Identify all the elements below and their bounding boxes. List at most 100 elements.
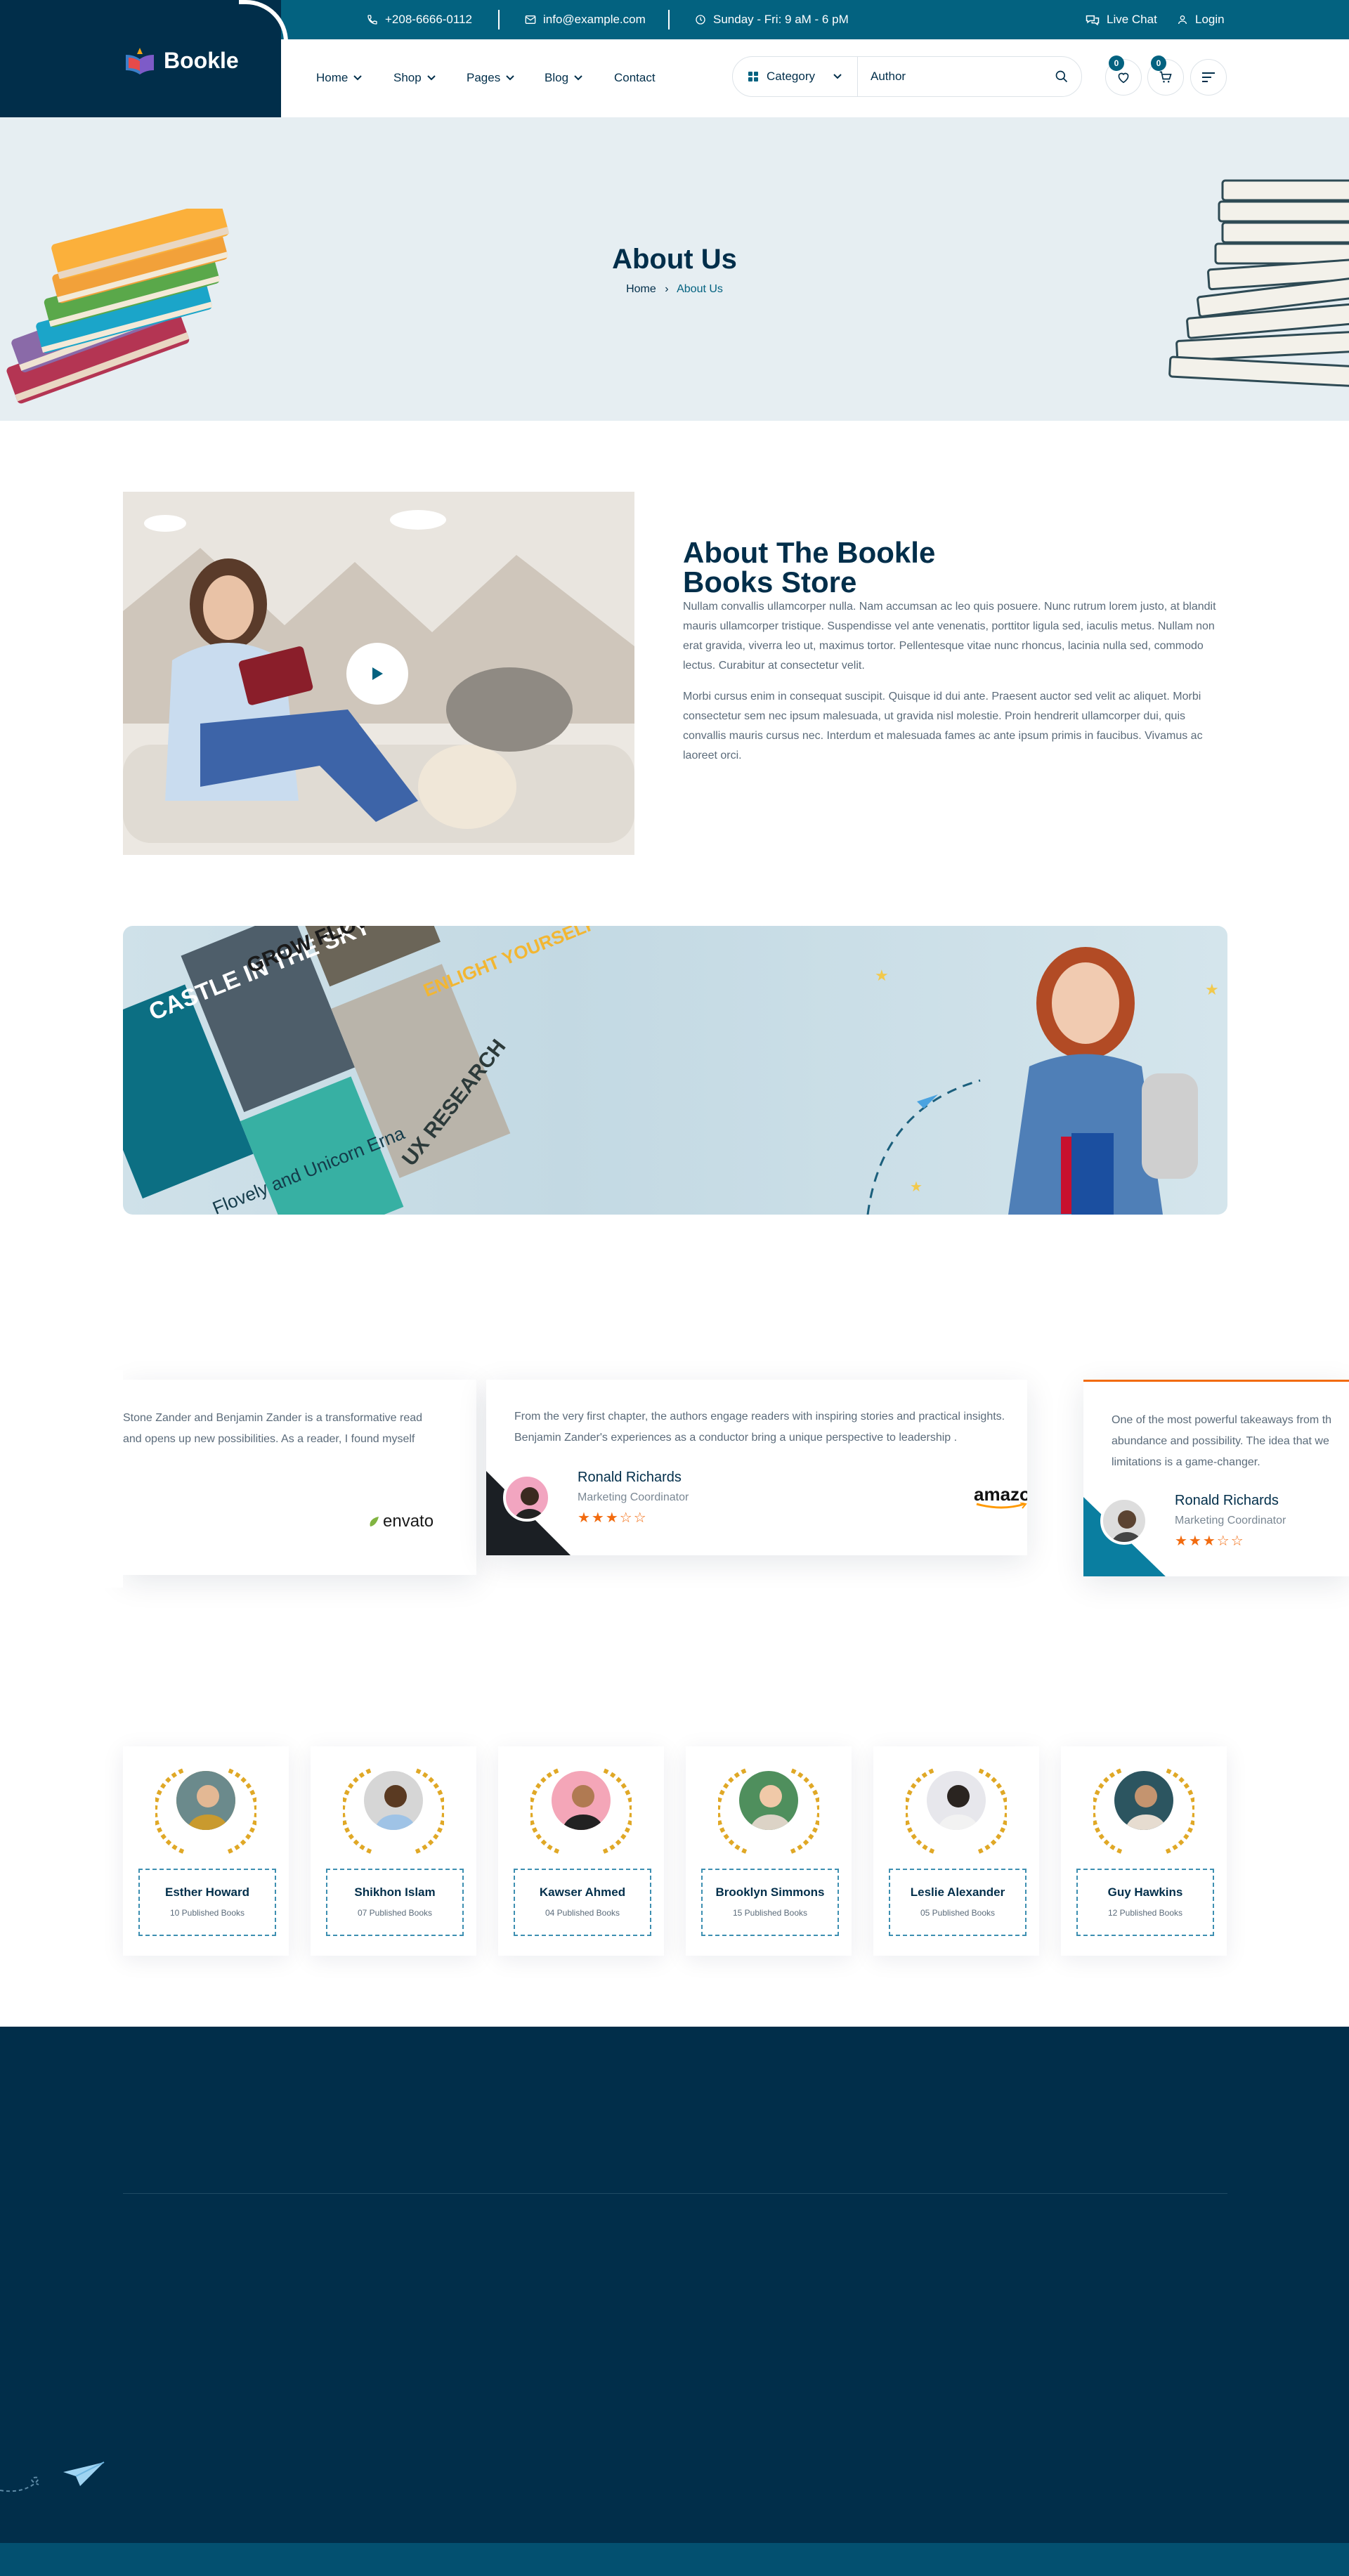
about-heading: About The Bookle Books Store xyxy=(683,538,1034,597)
author-name: Kawser Ahmed xyxy=(539,1885,626,1899)
author-info: Esther Howard 10 Published Books xyxy=(138,1869,276,1936)
author-photo xyxy=(1112,1769,1175,1832)
play-video-button[interactable] xyxy=(346,643,408,705)
wishlist-button[interactable]: 0 xyxy=(1105,55,1142,96)
nav-home[interactable]: Home xyxy=(316,71,363,85)
breadcrumb: Home › About Us xyxy=(0,283,1349,296)
site-footer xyxy=(0,2027,1349,2543)
menu-icon xyxy=(1202,72,1215,82)
phone-contact[interactable]: +208-6666-0112 xyxy=(367,13,472,27)
search-input[interactable] xyxy=(871,65,1039,88)
author-name: Brooklyn Simmons xyxy=(715,1885,825,1899)
phone-text: +208-6666-0112 xyxy=(385,13,472,26)
testimonial-quote: From the very first chapter, the authors… xyxy=(514,1411,1005,1444)
author-book-count: 10 Published Books xyxy=(169,1908,245,1918)
user-icon xyxy=(1178,15,1187,25)
brand-name: Bookle xyxy=(164,47,239,73)
divider xyxy=(498,10,500,30)
brand-logo[interactable]: Bookle xyxy=(123,44,239,77)
hours-text: Sunday - Fri: 9 aM - 6 pM xyxy=(713,13,849,26)
nav-shop[interactable]: Shop xyxy=(393,71,436,85)
star-rating: ★★★☆☆ xyxy=(1175,1534,1245,1549)
cart-icon xyxy=(1159,71,1172,83)
testimonial-quote: Stone Zander and Benjamin Zander is a tr… xyxy=(123,1412,423,1445)
author-card[interactable]: Guy Hawkins 12 Published Books xyxy=(1061,1746,1227,1956)
author-card[interactable]: Esther Howard 10 Published Books xyxy=(123,1746,289,1956)
svg-text:★: ★ xyxy=(875,967,889,985)
reviewer-role: Marketing Coordinator xyxy=(578,1491,689,1503)
breadcrumb-current: About Us xyxy=(677,283,723,295)
svg-text:★: ★ xyxy=(910,1178,923,1195)
book-logo-icon xyxy=(126,48,154,74)
envato-logo: envato xyxy=(367,1512,434,1531)
chevron-down-icon xyxy=(506,75,514,81)
nav-shop-label: Shop xyxy=(393,71,422,84)
author-info: Shikhon Islam 07 Published Books xyxy=(326,1869,464,1936)
play-icon xyxy=(372,667,383,680)
author-name: Leslie Alexander xyxy=(910,1885,1005,1899)
search-button[interactable] xyxy=(1055,70,1069,87)
nav-blog[interactable]: Blog xyxy=(545,71,582,85)
envato-wordmark: envato xyxy=(383,1512,434,1531)
about-paragraph-1: Nullam convallis ullamcorper nulla. Nam … xyxy=(683,601,1216,672)
book-stack-right-illustration xyxy=(1168,179,1349,388)
avatar xyxy=(1100,1497,1148,1545)
about-heading-line2: Books Store xyxy=(683,565,857,599)
author-card[interactable]: Leslie Alexander 05 Published Books xyxy=(873,1746,1039,1956)
nav-contact[interactable]: Contact xyxy=(614,71,656,85)
category-label: Category xyxy=(767,70,815,83)
phone-icon xyxy=(367,15,377,25)
login-link[interactable]: Login xyxy=(1177,13,1225,27)
author-book-count: 12 Published Books xyxy=(1107,1908,1183,1918)
divider xyxy=(668,10,670,30)
author-info: Guy Hawkins 12 Published Books xyxy=(1076,1869,1214,1936)
about-paragraph-2: Morbi cursus enim in consequat suscipit.… xyxy=(683,691,1203,761)
live-chat-label: Live Chat xyxy=(1107,13,1157,26)
author-info: Leslie Alexander 05 Published Books xyxy=(889,1869,1027,1936)
menu-toggle-button[interactable] xyxy=(1190,59,1227,96)
footer-divider xyxy=(123,2193,1227,2194)
author-card[interactable]: Shikhon Islam 07 Published Books xyxy=(311,1746,476,1956)
page-hero: About Us Home › About Us xyxy=(0,117,1349,421)
cart-button[interactable]: 0 xyxy=(1147,55,1184,96)
chevron-down-icon xyxy=(353,75,363,81)
search-icon xyxy=(1055,70,1068,83)
author-book-count: 15 Published Books xyxy=(732,1908,808,1918)
breadcrumb-home[interactable]: Home xyxy=(626,283,656,295)
svg-text:★: ★ xyxy=(1205,981,1219,999)
nav-home-label: Home xyxy=(316,71,348,84)
email-contact[interactable]: info@example.com xyxy=(525,13,646,27)
book-stack-illustration xyxy=(6,209,230,404)
author-photo xyxy=(549,1769,613,1832)
footer-bottom-bar xyxy=(0,2543,1349,2576)
author-book-count: 05 Published Books xyxy=(920,1908,996,1918)
author-info: Brooklyn Simmons 15 Published Books xyxy=(701,1869,839,1936)
amazon-wordmark: amazon xyxy=(974,1484,1027,1505)
author-card[interactable]: Brooklyn Simmons 15 Published Books xyxy=(686,1746,852,1956)
clock-icon xyxy=(696,15,705,25)
chevron-down-icon xyxy=(426,75,436,81)
testimonial-card: Stone Zander and Benjamin Zander is a tr… xyxy=(123,1380,476,1575)
author-name: Guy Hawkins xyxy=(1107,1885,1183,1899)
author-card[interactable]: Kawser Ahmed 04 Published Books xyxy=(498,1746,664,1956)
breadcrumb-separator: › xyxy=(665,283,669,295)
author-name: Esther Howard xyxy=(165,1885,249,1899)
author-book-count: 04 Published Books xyxy=(545,1908,620,1918)
reviewer-name: Ronald Richards xyxy=(578,1470,682,1485)
reviewer-role: Marketing Coordinator xyxy=(1175,1515,1286,1526)
testimonial-card: From the very first chapter, the authors… xyxy=(486,1380,1027,1555)
category-select[interactable]: Category xyxy=(733,57,858,96)
heart-icon xyxy=(1118,72,1129,84)
opening-hours: Sunday - Fri: 9 aM - 6 pM xyxy=(695,13,849,27)
amazon-logo: amazon xyxy=(974,1484,1027,1510)
promo-banner: CASTLE IN THE SKY GROW FLOWER ENLIGHT YO… xyxy=(123,926,1227,1215)
reviewer-name: Ronald Richards xyxy=(1175,1493,1279,1508)
author-photo xyxy=(737,1769,800,1832)
avatar xyxy=(503,1474,551,1522)
author-book-count: 07 Published Books xyxy=(357,1908,433,1918)
nav-pages[interactable]: Pages xyxy=(467,71,514,85)
email-text: info@example.com xyxy=(543,13,646,26)
search-bar: Category xyxy=(732,56,1082,97)
live-chat-link[interactable]: Live Chat xyxy=(1086,13,1157,27)
testimonial-quote: One of the most powerful takeaways from … xyxy=(1112,1414,1332,1468)
